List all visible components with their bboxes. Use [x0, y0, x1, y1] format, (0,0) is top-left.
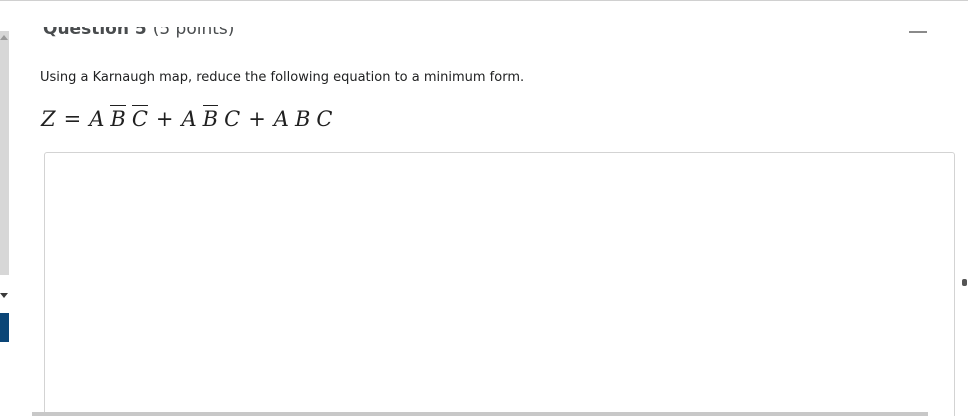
equation-literal: C	[131, 105, 148, 131]
answer-textarea[interactable]	[44, 152, 955, 416]
equation-plus: +	[248, 107, 266, 131]
equation-literal: A	[181, 107, 197, 131]
question-card: Question 5 (5 points) Using a Karnaugh ma…	[13, 15, 956, 416]
collapse-icon[interactable]	[909, 31, 927, 33]
question-number: Question 5	[43, 27, 147, 39]
equation-literal: A	[273, 107, 289, 131]
equation-lhs: Z	[41, 107, 56, 131]
scroll-up-icon[interactable]	[0, 35, 8, 40]
equation-literal: C	[316, 107, 333, 131]
question-title: Question 5 (5 points)	[43, 27, 234, 49]
equation-literal: B	[110, 105, 126, 131]
equation-literal: B	[294, 107, 311, 131]
left-scrollbar-track[interactable]	[0, 31, 9, 275]
equation-literal: A	[89, 107, 105, 131]
right-edge-handle[interactable]	[962, 279, 967, 286]
equation-literal: B	[202, 105, 219, 131]
side-panel-tab[interactable]	[0, 313, 9, 342]
equation-plus: +	[155, 107, 174, 131]
scroll-down-icon[interactable]	[0, 293, 8, 298]
page-viewport: Question 5 (5 points) Using a Karnaugh ma…	[0, 0, 968, 416]
question-prompt: Using a Karnaugh map, reduce the followi…	[40, 70, 525, 85]
boolean-equation: Z = A B C + A B C + A B C	[41, 101, 332, 131]
equation-equals: =	[63, 107, 82, 131]
question-points: (5 points)	[152, 27, 235, 39]
equation-literal: C	[224, 107, 241, 131]
horizontal-scrollbar[interactable]	[32, 412, 928, 416]
